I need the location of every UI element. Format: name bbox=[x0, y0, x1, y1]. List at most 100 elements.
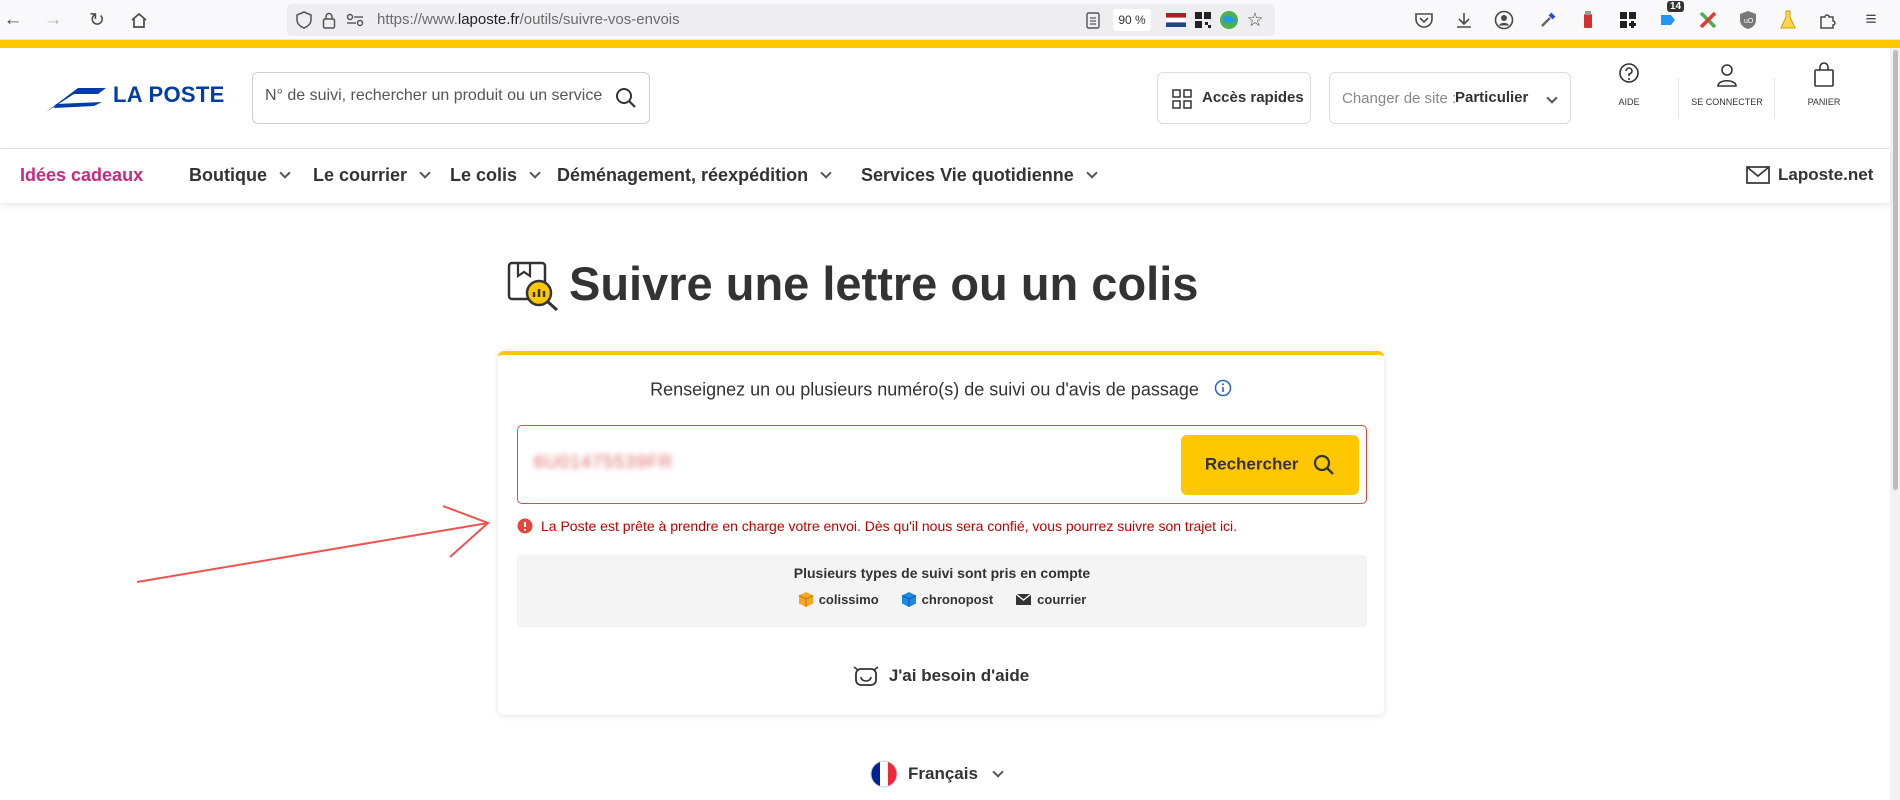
main-nav: Idées cadeaux Boutique Le courrier Le co… bbox=[0, 149, 1890, 203]
nav-le-courrier[interactable]: Le courrier bbox=[313, 165, 431, 186]
scrollbar-thumb[interactable] bbox=[1893, 50, 1898, 490]
error-message: La Poste est prête à prendre en charge v… bbox=[517, 518, 1237, 534]
header-divider bbox=[1774, 78, 1775, 118]
chevron-down-icon bbox=[1086, 167, 1098, 179]
grid-icon bbox=[1172, 89, 1192, 113]
colissimo-brand: colissimo bbox=[798, 591, 879, 608]
colissimo-label: colissimo bbox=[818, 592, 879, 607]
url-prefix: https://www. bbox=[377, 11, 458, 28]
close-tool-icon[interactable] bbox=[1695, 7, 1721, 33]
tracking-types-title: Plusieurs types de suivi sont pris en co… bbox=[793, 565, 1091, 581]
panier-label: PANIER bbox=[1807, 97, 1841, 107]
language-selector[interactable]: Français bbox=[870, 760, 1004, 788]
zoom-level[interactable]: 90 % bbox=[1113, 9, 1151, 31]
tracking-package-icon bbox=[506, 260, 560, 317]
laposte-net-label: Laposte.net bbox=[1778, 165, 1874, 184]
info-icon[interactable] bbox=[1214, 379, 1232, 402]
nav-demenagement[interactable]: Déménagement, réexpédition bbox=[557, 165, 832, 186]
qr-code-icon[interactable] bbox=[1190, 7, 1216, 33]
france-flag-icon bbox=[870, 760, 898, 788]
courrier-label: courrier bbox=[1037, 592, 1087, 607]
nav-label: Déménagement, réexpédition bbox=[557, 165, 809, 185]
flask-icon[interactable] bbox=[1775, 7, 1801, 33]
site-switcher[interactable]: Changer de site : Particulier bbox=[1329, 72, 1571, 124]
envelope-icon bbox=[1015, 593, 1032, 605]
browser-toolbar: ← → ↻ https://www.laposte.fr/outils/suiv… bbox=[0, 0, 1900, 40]
chevron-down-icon bbox=[1542, 89, 1558, 106]
notification-extension-icon[interactable]: 14 bbox=[1655, 1, 1685, 33]
shopping-bag-icon bbox=[1814, 62, 1834, 87]
chevron-down-icon bbox=[529, 167, 541, 179]
nav-idees-cadeaux[interactable]: Idées cadeaux bbox=[20, 165, 143, 186]
reload-icon[interactable]: ↻ bbox=[84, 7, 110, 33]
tracking-input-field[interactable]: 6U01475539FR Rechercher bbox=[517, 425, 1367, 504]
extension-red-icon[interactable] bbox=[1575, 7, 1601, 33]
tracking-types-row: colissimo chronopost courrier bbox=[517, 591, 1367, 608]
chronopost-brand: chronopost bbox=[901, 591, 994, 608]
lock-icon[interactable] bbox=[316, 7, 342, 33]
tracking-number-value[interactable]: 6U01475539FR bbox=[534, 452, 673, 473]
url-domain: laposte.fr bbox=[457, 11, 520, 28]
chevron-down-icon bbox=[419, 167, 431, 179]
tracking-instructions: Renseignez un ou plusieurs numéro(s) de … bbox=[498, 379, 1384, 402]
nav-services-vie-quotidienne[interactable]: Services Vie quotidienne bbox=[861, 165, 1098, 186]
se-connecter-label: SE CONNECTER bbox=[1691, 97, 1763, 107]
help-robot-icon bbox=[853, 666, 879, 686]
tracking-card: Renseignez un ou plusieurs numéro(s) de … bbox=[498, 351, 1384, 715]
home-icon[interactable] bbox=[126, 7, 152, 33]
acces-rapides-button[interactable]: Accès rapides bbox=[1157, 72, 1311, 124]
site-search-input[interactable] bbox=[265, 87, 605, 105]
nav-label: Boutique bbox=[189, 165, 267, 185]
chronopost-box-icon bbox=[901, 592, 916, 607]
user-icon bbox=[1717, 64, 1737, 87]
site-search bbox=[252, 72, 650, 124]
site-switcher-label: Changer de site : bbox=[1342, 90, 1457, 107]
chronopost-label: chronopost bbox=[921, 592, 994, 607]
aide-link[interactable]: AIDE bbox=[1594, 62, 1664, 107]
chevron-down-icon bbox=[992, 765, 1004, 778]
extension-badge: 14 bbox=[1667, 1, 1685, 12]
bookmark-star-icon[interactable]: ☆ bbox=[1242, 7, 1268, 33]
globe-extension-icon[interactable] bbox=[1216, 7, 1242, 33]
download-icon[interactable] bbox=[1451, 7, 1477, 33]
accent-bar bbox=[0, 40, 1900, 48]
help-link[interactable]: J'ai besoin d'aide bbox=[498, 665, 1384, 687]
menu-hamburger-icon[interactable]: ≡ bbox=[1858, 7, 1884, 33]
rechercher-button[interactable]: Rechercher bbox=[1181, 435, 1359, 495]
reader-view-icon[interactable] bbox=[1080, 7, 1106, 33]
error-icon bbox=[517, 518, 533, 534]
nav-le-colis[interactable]: Le colis bbox=[450, 165, 541, 186]
search-icon bbox=[1314, 454, 1334, 475]
language-label: Français bbox=[908, 764, 978, 783]
panier-link[interactable]: PANIER bbox=[1789, 62, 1859, 107]
nav-boutique[interactable]: Boutique bbox=[189, 165, 291, 186]
nav-label: Le courrier bbox=[313, 165, 408, 185]
header-divider bbox=[1678, 78, 1679, 118]
acces-rapides-label: Accès rapides bbox=[1202, 89, 1304, 106]
chevron-down-icon bbox=[820, 167, 832, 179]
apps-grid-icon[interactable] bbox=[1615, 7, 1641, 33]
svg-text:uO: uO bbox=[1744, 18, 1754, 25]
nav-label: Idées cadeaux bbox=[20, 165, 144, 185]
logo-text[interactable]: LA POSTE bbox=[113, 82, 225, 108]
rechercher-label: Rechercher bbox=[1204, 454, 1299, 474]
se-connecter-link[interactable]: SE CONNECTER bbox=[1688, 62, 1766, 107]
shield-icon[interactable] bbox=[291, 7, 317, 33]
ublock-icon[interactable]: uO bbox=[1735, 7, 1761, 33]
la-poste-logo-icon[interactable] bbox=[44, 84, 108, 119]
extensions-puzzle-icon[interactable] bbox=[1815, 7, 1841, 33]
url-text[interactable]: https://www.laposte.fr/outils/suivre-vos… bbox=[377, 11, 680, 28]
permissions-icon[interactable] bbox=[342, 7, 368, 33]
pocket-icon[interactable] bbox=[1411, 7, 1437, 33]
account-icon[interactable] bbox=[1491, 7, 1517, 33]
forward-icon[interactable]: → bbox=[40, 7, 66, 33]
netherlands-flag-icon[interactable] bbox=[1163, 7, 1189, 33]
address-bar[interactable]: https://www.laposte.fr/outils/suivre-vos… bbox=[287, 4, 1275, 36]
help-icon bbox=[1619, 63, 1639, 83]
nav-label: Services Vie quotidienne bbox=[861, 165, 1074, 185]
eyedropper-icon[interactable] bbox=[1535, 7, 1561, 33]
url-path: /outils/suivre-vos-envois bbox=[519, 11, 680, 28]
back-icon[interactable]: ← bbox=[0, 7, 26, 33]
search-icon[interactable] bbox=[615, 87, 637, 114]
nav-laposte-net[interactable]: Laposte.net bbox=[1746, 165, 1873, 185]
